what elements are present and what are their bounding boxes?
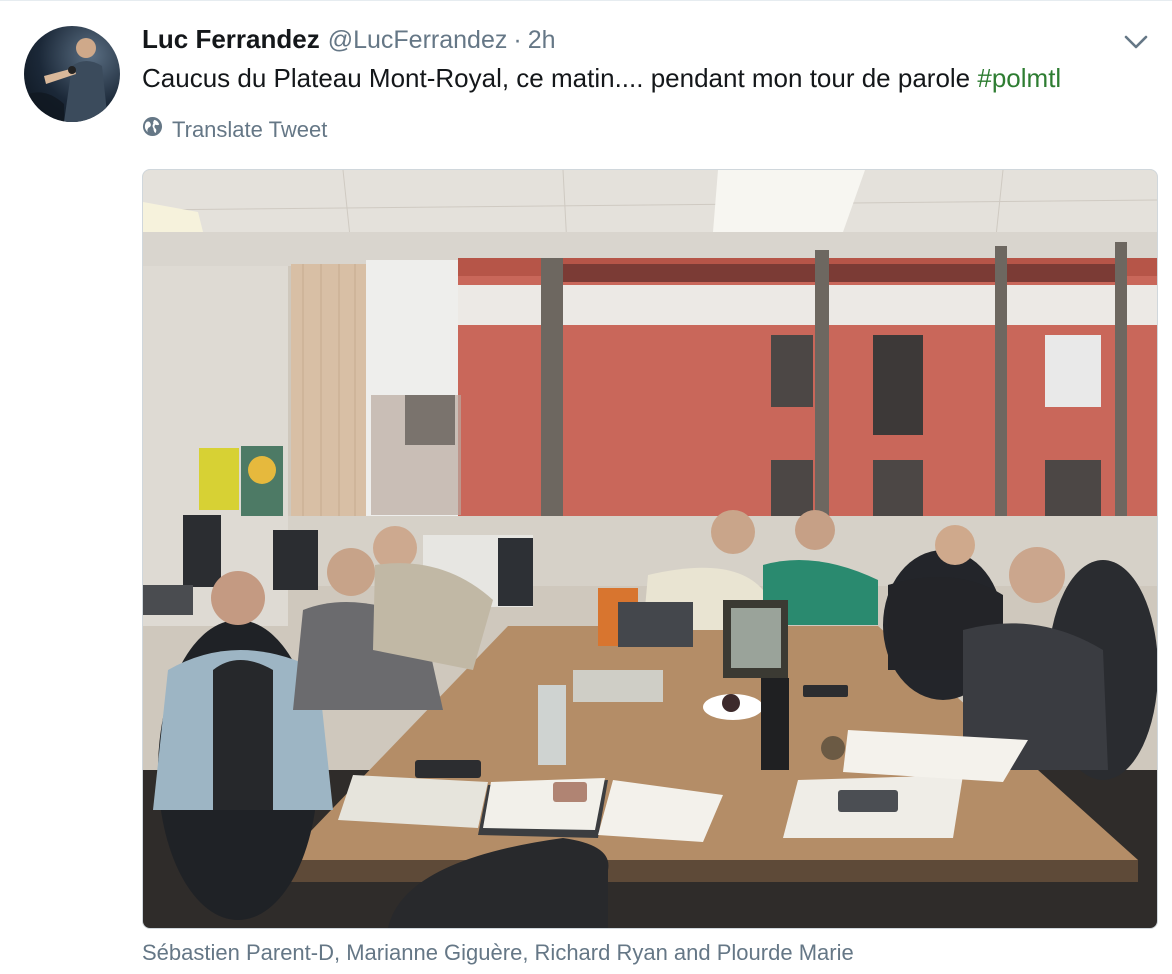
translate-tweet-button[interactable]: Translate Tweet xyxy=(142,116,327,143)
globe-icon xyxy=(142,116,172,143)
author-handle[interactable]: @LucFerrandez xyxy=(328,26,508,55)
tweet-photo[interactable] xyxy=(142,169,1158,929)
tweet-header: Luc Ferrandez @LucFerrandez · 2h xyxy=(142,24,556,56)
author-name[interactable]: Luc Ferrandez xyxy=(142,24,320,55)
tagged-people[interactable]: Sébastien Parent-D, Marianne Giguère, Ri… xyxy=(142,940,854,966)
tweet-text: Caucus du Plateau Mont-Royal, ce matin..… xyxy=(142,63,1061,94)
avatar[interactable] xyxy=(24,26,120,122)
tweet-body: Caucus du Plateau Mont-Royal, ce matin..… xyxy=(142,63,978,93)
hashtag-link[interactable]: #polmtl xyxy=(977,63,1061,93)
top-divider xyxy=(0,0,1172,1)
separator-dot: · xyxy=(513,26,522,54)
translate-label: Translate Tweet xyxy=(172,116,328,142)
timestamp[interactable]: 2h xyxy=(528,26,556,55)
chevron-down-icon[interactable] xyxy=(1122,30,1150,54)
